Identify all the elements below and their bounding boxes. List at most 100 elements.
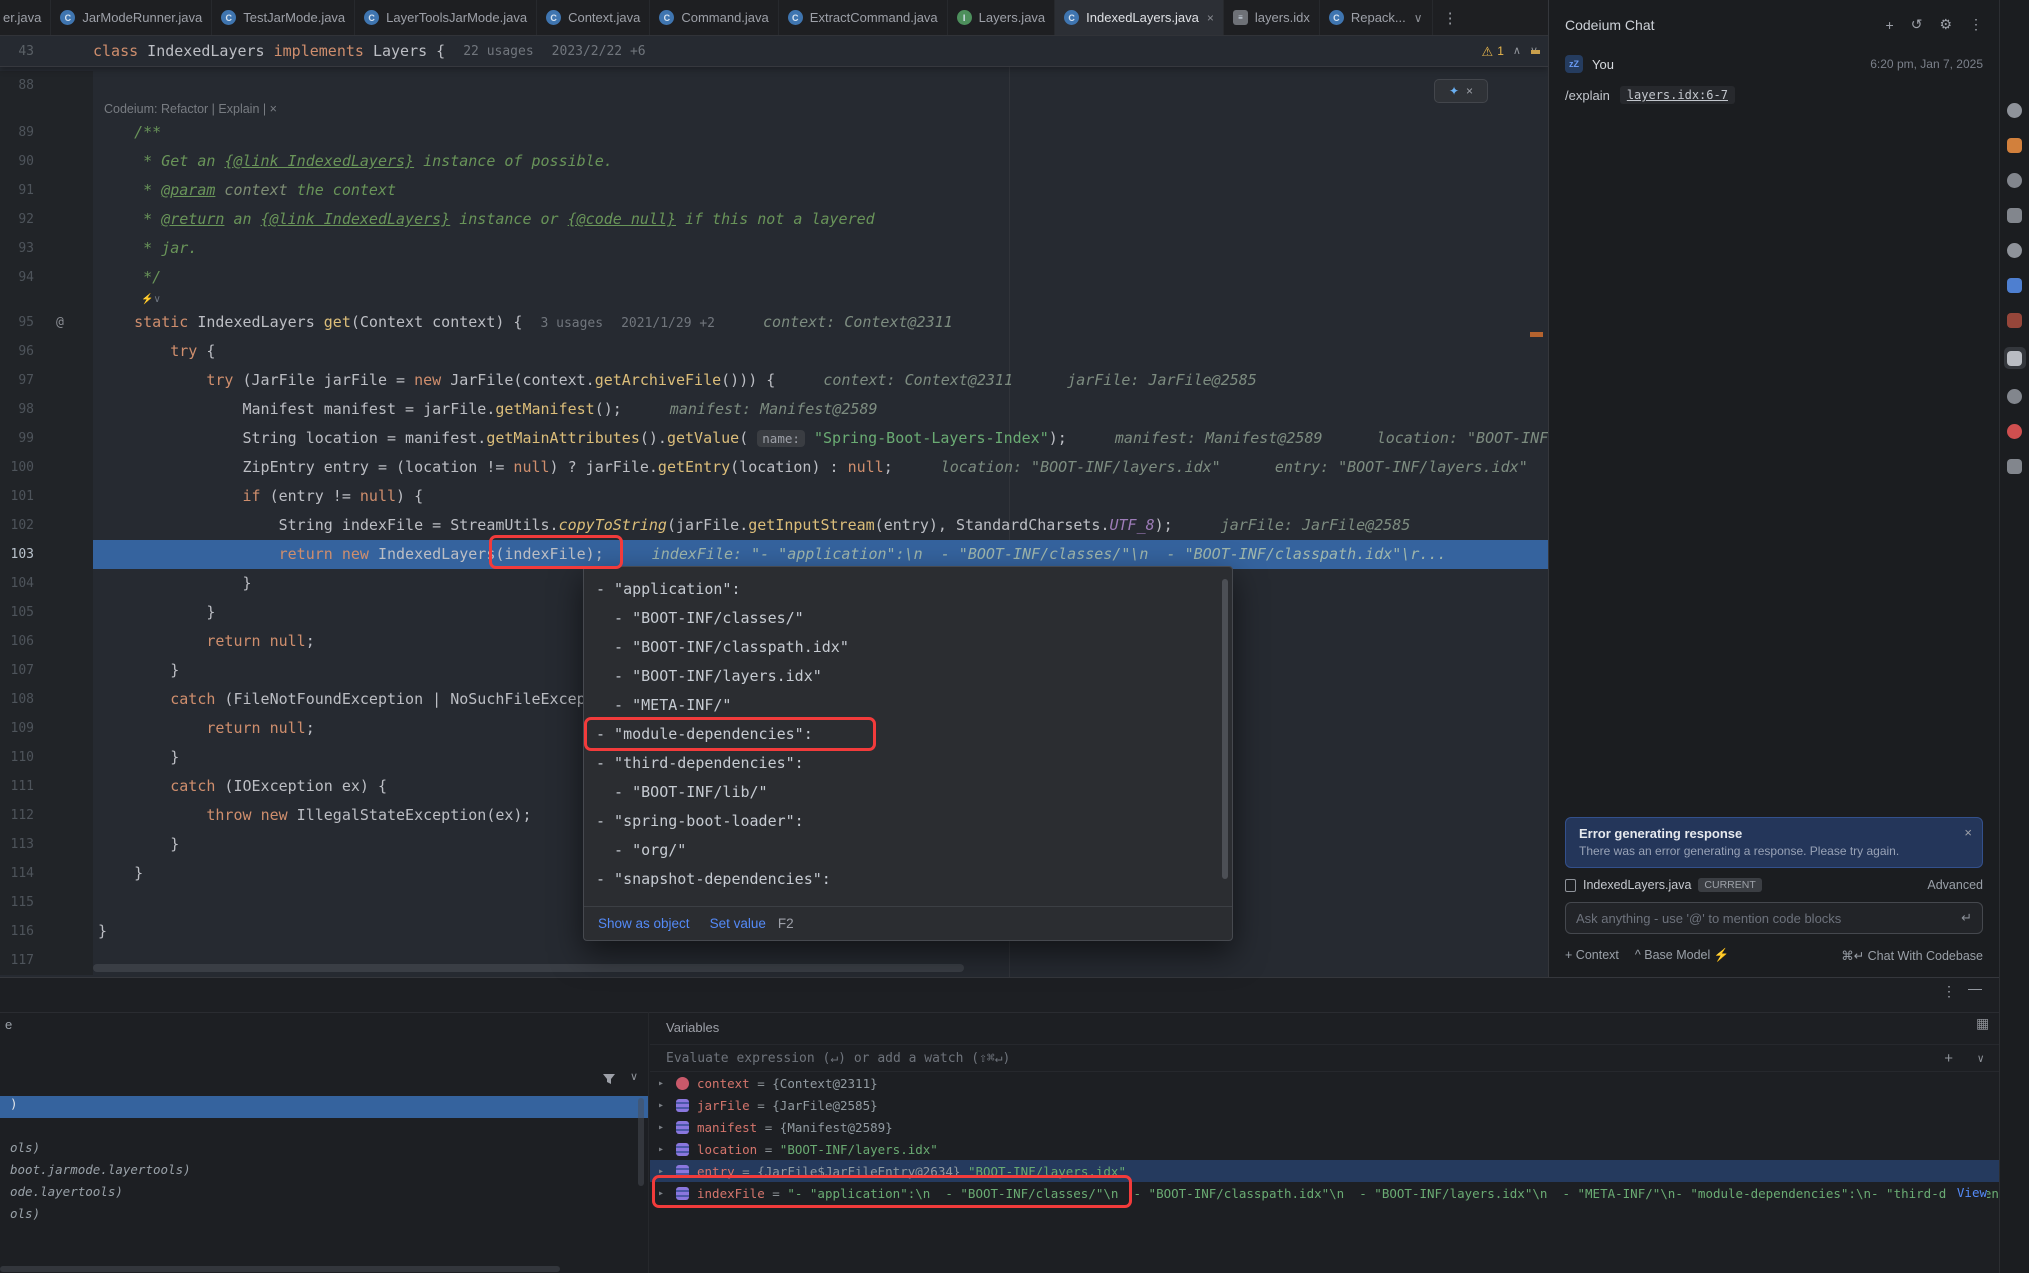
- popup-scrollbar[interactable]: [1222, 579, 1228, 879]
- set-value-link[interactable]: Set value: [710, 909, 766, 938]
- chevron-right-icon[interactable]: ▸: [658, 1100, 673, 1111]
- editor-tab-extractcommand-java[interactable]: CExtractCommand.java: [779, 0, 948, 35]
- stack-frame-row[interactable]: ode.layertools): [0, 1184, 648, 1206]
- history-icon[interactable]: ↺: [1911, 16, 1923, 33]
- add-watch-icon[interactable]: +: [1944, 1050, 1953, 1067]
- vcs-date-hint[interactable]: 2023/2/22 +6: [552, 36, 646, 67]
- close-icon[interactable]: ×: [270, 102, 277, 116]
- code-line-92[interactable]: 92 * @return an {@link IndexedLayers} in…: [0, 205, 1548, 234]
- code-line-91[interactable]: 91 * @param context the context: [0, 176, 1548, 205]
- codeium-inline-action-icon[interactable]: ⚡∨: [141, 292, 161, 308]
- evaluate-expression-input[interactable]: Evaluate expression (↵) or add a watch (…: [650, 1044, 1999, 1072]
- warning-icon[interactable]: ⚠: [1482, 36, 1494, 67]
- advanced-link[interactable]: Advanced: [1927, 878, 1983, 892]
- gradle-icon[interactable]: [2004, 458, 2026, 474]
- show-as-object-link[interactable]: Show as object: [598, 909, 690, 938]
- editor-tab-jarmoderunner-java[interactable]: CJarModeRunner.java: [51, 0, 212, 35]
- kebab-menu-icon[interactable]: ⋮: [1942, 983, 1956, 1000]
- database-icon[interactable]: [2004, 277, 2026, 293]
- variable-row-entry[interactable]: ▸entry = {JarFile$JarFileEntry@2634} "BO…: [650, 1160, 1999, 1182]
- scrollbar-thumb[interactable]: [93, 964, 964, 972]
- minimize-icon[interactable]: —: [1968, 980, 1982, 996]
- chevron-right-icon[interactable]: ▸: [658, 1078, 673, 1089]
- codeium-chat-icon[interactable]: [2004, 347, 2026, 369]
- editor-tab-layertoolsjarmode-java[interactable]: CLayerToolsJarMode.java: [355, 0, 537, 35]
- ai-chat-icon[interactable]: ✦: [1449, 84, 1459, 98]
- code-line-98[interactable]: 98 Manifest manifest = jarFile.getManife…: [0, 395, 1548, 424]
- code-line-94[interactable]: 94 */: [0, 263, 1548, 292]
- structure-icon[interactable]: [2004, 207, 2026, 223]
- context-file-name[interactable]: IndexedLayers.java: [1583, 878, 1691, 892]
- editor-tab-layers-idx[interactable]: ≡layers.idx: [1224, 0, 1320, 35]
- code-line-102[interactable]: 102 String indexFile = StreamUtils.copyT…: [0, 511, 1548, 540]
- profiler-icon[interactable]: [2004, 312, 2026, 328]
- code-line-93[interactable]: 93 * jar.: [0, 234, 1548, 263]
- enter-icon[interactable]: ↵: [1961, 910, 1972, 926]
- editor-tab-testjarmode-java[interactable]: CTestJarMode.java: [212, 0, 355, 35]
- close-icon[interactable]: ×: [1466, 84, 1473, 98]
- editor-tab-er-java[interactable]: er.java: [0, 0, 51, 35]
- chevron-down-icon[interactable]: ∨: [630, 1070, 638, 1083]
- code-line-99[interactable]: 99 String location = manifest.getMainAtt…: [0, 424, 1548, 453]
- chevron-right-icon[interactable]: ▸: [658, 1144, 673, 1155]
- chat-input-field[interactable]: [1576, 911, 1961, 926]
- code-vision-hint[interactable]: 2021/1/29 +2: [621, 316, 715, 331]
- usages-hint[interactable]: 22 usages: [463, 36, 533, 67]
- ai-assistant-widget[interactable]: ✦ ×: [1434, 79, 1488, 103]
- variable-row-jarFile[interactable]: ▸jarFile = {JarFile@2585}: [650, 1094, 1999, 1116]
- model-selector[interactable]: ^ Base Model ⚡: [1635, 948, 1729, 963]
- code-line-90[interactable]: 90 * Get an {@link IndexedLayers} instan…: [0, 147, 1548, 176]
- code-line-97[interactable]: 97 try (JarFile jarFile = new JarFile(co…: [0, 366, 1548, 395]
- frames-horizontal-scrollbar[interactable]: [0, 1266, 560, 1272]
- build-icon[interactable]: [2004, 242, 2026, 258]
- code-reference-chip[interactable]: layers.idx:6-7: [1620, 86, 1735, 104]
- frames-scrollbar[interactable]: [638, 1098, 644, 1186]
- stack-frame-row[interactable]: ): [0, 1096, 648, 1118]
- code-vision-hint[interactable]: 3 usages: [540, 316, 603, 331]
- stack-frame-row[interactable]: [0, 1118, 648, 1140]
- add-context-button[interactable]: + Context: [1565, 948, 1619, 962]
- code-line-101[interactable]: 101 if (entry != null) {: [0, 482, 1548, 511]
- code-line-88[interactable]: 88: [0, 71, 1548, 100]
- variable-row-location[interactable]: ▸location = "BOOT-INF/layers.idx": [650, 1138, 1999, 1160]
- code-line-96[interactable]: 96 try {: [0, 337, 1548, 366]
- stack-frame-row[interactable]: boot.jarmode.layertools): [0, 1162, 648, 1184]
- editor-horizontal-scrollbar[interactable]: [0, 964, 1548, 972]
- code-line-89[interactable]: 89 /**: [0, 118, 1548, 147]
- editor-tab-repack[interactable]: CRepack...∨: [1320, 0, 1433, 35]
- new-chat-icon[interactable]: +: [1886, 17, 1894, 33]
- code-line-100[interactable]: 100 ZipEntry entry = (location != null) …: [0, 453, 1548, 482]
- chevron-right-icon[interactable]: ▸: [658, 1188, 673, 1199]
- prev-problem-icon[interactable]: ∧: [1513, 36, 1521, 67]
- stack-frame-row[interactable]: ols): [0, 1206, 648, 1228]
- code-line-95[interactable]: 95@ static IndexedLayers get(Context con…: [0, 308, 1548, 337]
- notifications-icon[interactable]: [2004, 102, 2026, 118]
- chat-input[interactable]: ↵: [1565, 902, 1983, 934]
- dependencies-icon[interactable]: [2004, 388, 2026, 404]
- editor-tab-indexedlayers-java[interactable]: CIndexedLayers.java×: [1055, 0, 1224, 35]
- variable-row-manifest[interactable]: ▸manifest = {Manifest@2589}: [650, 1116, 1999, 1138]
- code-line-103[interactable]: 103 return new IndexedLayers(indexFile);…: [0, 540, 1548, 569]
- chevron-down-icon[interactable]: ∨: [1414, 11, 1423, 25]
- chevron-down-icon[interactable]: ∨: [1977, 1052, 1984, 1065]
- close-icon[interactable]: ×: [1207, 11, 1214, 25]
- chevron-right-icon[interactable]: ▸: [658, 1122, 673, 1133]
- variable-row-context[interactable]: ▸context = {Context@2311}: [650, 1072, 1999, 1094]
- filter-icon[interactable]: [602, 1072, 616, 1091]
- close-icon[interactable]: ×: [1964, 825, 1972, 840]
- tab-overflow-icon[interactable]: ⋮: [1433, 0, 1468, 35]
- codeium-refactor-explain-actions[interactable]: Codeium: Refactor | Explain: [104, 102, 259, 116]
- editor-tab-command-java[interactable]: CCommand.java: [650, 0, 778, 35]
- gear-icon[interactable]: ⚙: [1939, 16, 1952, 33]
- stack-frame-row[interactable]: ols): [0, 1140, 648, 1162]
- editor-tab-context-java[interactable]: CContext.java: [537, 0, 650, 35]
- pull-requests-icon[interactable]: [2004, 137, 2026, 153]
- kebab-menu-icon[interactable]: ⋮: [1969, 16, 1983, 33]
- record-icon[interactable]: [2004, 423, 2026, 439]
- view-value-link[interactable]: View: [1947, 1182, 1987, 1204]
- chat-with-codebase-button[interactable]: ⌘↵ Chat With Codebase: [1841, 948, 1983, 963]
- variable-row-indexFile[interactable]: ▸indexFile = "- "application":\n - "BOOT…: [650, 1182, 1999, 1204]
- todo-icon[interactable]: [2004, 172, 2026, 188]
- editor-tab-layers-java[interactable]: ILayers.java: [948, 0, 1055, 35]
- chevron-right-icon[interactable]: ▸: [658, 1166, 673, 1177]
